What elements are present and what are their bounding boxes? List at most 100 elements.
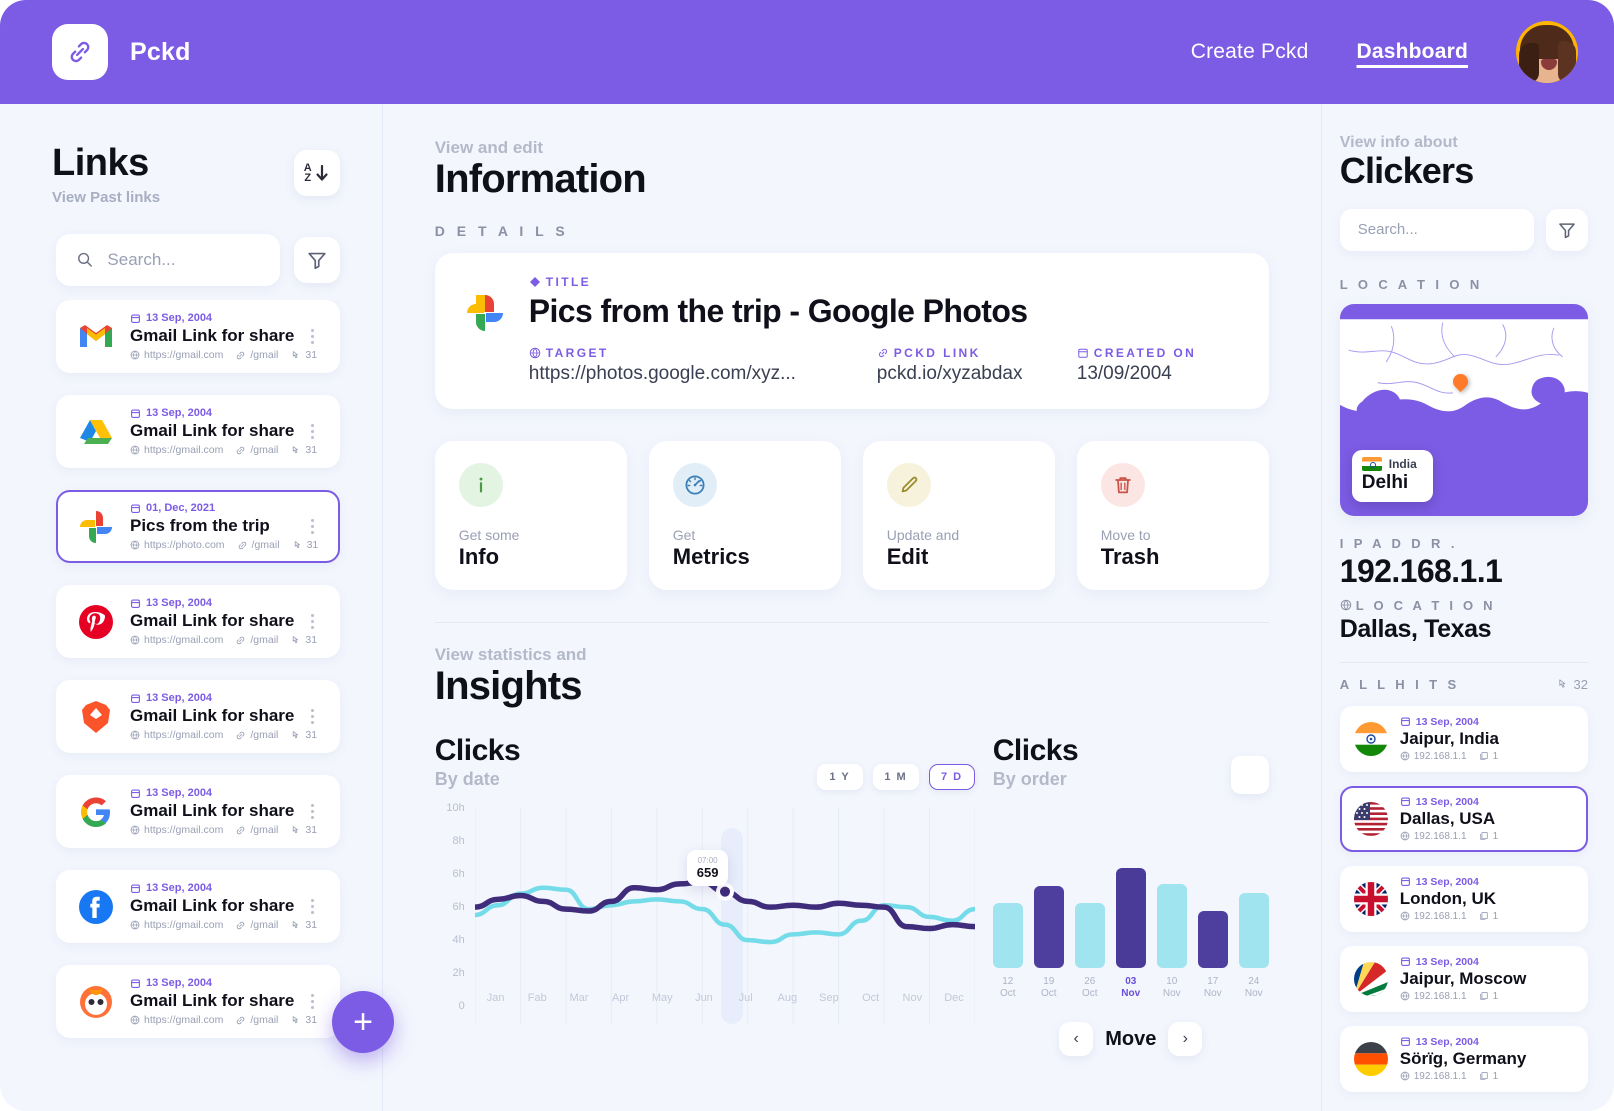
range-tab-1y[interactable]: 1 Y [816, 764, 863, 791]
link-card[interactable]: 13 Sep, 2004 Gmail Link for share https:… [56, 395, 340, 468]
hit-card[interactable]: 13 Sep, 2004 Jaipur, India 192.168.1.1 1 [1339, 705, 1588, 772]
next-button[interactable]: › [1168, 1022, 1203, 1057]
chart-options-button[interactable] [1230, 756, 1269, 795]
ip-value: 192.168.1.1 [1339, 552, 1503, 589]
bar[interactable] [992, 903, 1023, 969]
app-body: Links View Past links AZ Search... 13 Se… [0, 104, 1614, 1111]
link-favicon [76, 412, 116, 452]
brand[interactable]: Pckd [52, 24, 191, 80]
bar-chart-canvas[interactable]: 12 Oct 19 Oct 26 Oct 03 Nov 10 Nov 17 Nov 24 Nov [992, 858, 1269, 1000]
clickers-panel: View info about Clickers L O C A T I O N [1320, 104, 1614, 1111]
link-menu-button[interactable] [302, 709, 324, 724]
flag-uk-icon [1353, 881, 1388, 916]
clickers-search-input[interactable] [1357, 221, 1516, 239]
chain-icon [237, 826, 245, 834]
bar[interactable] [1115, 867, 1146, 969]
hit-date: 13 Sep, 2004 [1400, 876, 1498, 888]
link-menu-button[interactable] [302, 614, 324, 629]
clickers-filter-button[interactable] [1545, 208, 1588, 251]
brave-icon [82, 700, 110, 733]
hit-card[interactable]: 13 Sep, 2004 Jaipur, Moscow 192.168.1.1 1 [1339, 945, 1588, 1012]
tag-icon [529, 277, 540, 288]
clickers-search-box[interactable] [1339, 208, 1534, 251]
hit-card[interactable]: 13 Sep, 2004 London, UK 192.168.1.1 1 [1339, 865, 1588, 932]
calendar-icon [131, 504, 140, 513]
calendar-icon [131, 884, 140, 893]
link-clicks: 31 [292, 539, 318, 551]
details-title-value: Pics from the trip - Google Photos [528, 293, 1028, 330]
title-field-label: TITLE [529, 275, 1243, 289]
calendar-icon [131, 789, 140, 798]
link-menu-button[interactable] [302, 899, 324, 914]
click-icon [1558, 679, 1565, 688]
details-favicon-gphotos [461, 289, 509, 337]
link-menu-button[interactable] [302, 994, 324, 1009]
bar[interactable] [1033, 886, 1064, 969]
search-input[interactable] [107, 249, 260, 270]
link-slug: /gmail [235, 444, 278, 456]
link-menu-button[interactable] [302, 424, 324, 439]
target-label: TARGET [545, 346, 609, 361]
x-tick: May [651, 992, 673, 1005]
action-sub: Get [672, 527, 696, 544]
hit-ip: 192.168.1.1 [1400, 991, 1467, 1002]
target-value: https://photos.google.com/xyz... [528, 363, 796, 385]
bar-chart-pagination: ‹ Move › [993, 1022, 1269, 1057]
action-card-metrics[interactable]: Get Metrics [648, 441, 841, 591]
bar[interactable] [1197, 910, 1228, 969]
link-card[interactable]: 13 Sep, 2004 Gmail Link for share https:… [56, 870, 340, 943]
clicks-by-date-chart: Clicks By date 1 Y 1 M 7 D 10h 8h 6h 6h 4h 2h… [435, 734, 975, 1056]
search-box[interactable] [56, 233, 280, 286]
link-card[interactable]: 13 Sep, 2004 Gmail Link for share https:… [56, 965, 340, 1038]
link-clicks: 31 [290, 729, 317, 741]
link-url: https://photo.com [130, 539, 225, 551]
pckd-link-label: PCKD LINK [893, 346, 981, 361]
bar[interactable] [1074, 903, 1105, 969]
flag-icon [1353, 801, 1388, 836]
nav-dashboard[interactable]: Dashboard [1357, 40, 1469, 64]
link-card[interactable]: 13 Sep, 2004 Gmail Link for share https:… [56, 775, 340, 848]
hits-list[interactable]: 13 Sep, 2004 Jaipur, India 192.168.1.1 1 … [1339, 705, 1588, 1092]
link-menu-button[interactable] [302, 519, 324, 534]
brand-name: Pckd [130, 37, 191, 66]
link-card[interactable]: 13 Sep, 2004 Gmail Link for share https:… [56, 680, 340, 753]
action-card-trash[interactable]: Move to Trash [1076, 441, 1269, 591]
filter-button[interactable] [293, 236, 340, 283]
action-card-edit[interactable]: Update and Edit [862, 441, 1055, 591]
link-card[interactable]: 13 Sep, 2004 Gmail Link for share https:… [56, 585, 340, 658]
hit-date: 13 Sep, 2004 [1400, 1036, 1527, 1048]
hit-city: Dallas, USA [1399, 808, 1496, 828]
bar[interactable] [1156, 884, 1187, 969]
link-date: 01, Dec, 2021 [130, 502, 302, 514]
link-card[interactable]: 01, Dec, 2021 Pics from the trip https:/… [56, 490, 340, 563]
action-card-info[interactable]: Get some Info [434, 441, 627, 591]
range-tab-7d[interactable]: 7 D [928, 764, 975, 791]
insights-title: Insights [434, 664, 583, 709]
bar-label: 24 Nov [1244, 976, 1263, 1000]
hit-date: 13 Sep, 2004 [1400, 956, 1527, 968]
link-card[interactable]: 13 Sep, 2004 Gmail Link for share https:… [56, 300, 340, 373]
hit-card[interactable]: 13 Sep, 2004 Sörïg, Germany 192.168.1.1 1 [1339, 1025, 1588, 1092]
globe-icon [130, 1015, 140, 1025]
location-map[interactable]: India Delhi [1339, 303, 1588, 516]
link-menu-button[interactable] [302, 329, 324, 344]
clickers-title: Clickers [1339, 150, 1475, 191]
nav-create-pckd[interactable]: Create Pckd [1191, 40, 1309, 64]
prev-button[interactable]: ‹ [1059, 1022, 1094, 1057]
action-sub: Move to [1100, 527, 1151, 544]
link-menu-button[interactable] [302, 804, 324, 819]
link-date: 13 Sep, 2004 [130, 787, 302, 799]
google-photos-icon [466, 295, 503, 332]
click-icon [293, 1015, 299, 1023]
avatar[interactable] [1516, 21, 1578, 83]
hit-card[interactable]: 13 Sep, 2004 Dallas, USA 192.168.1.1 1 [1339, 785, 1588, 852]
bar[interactable] [1238, 892, 1269, 969]
range-tab-1m[interactable]: 1 M [872, 764, 919, 791]
links-list[interactable]: 13 Sep, 2004 Gmail Link for share https:… [0, 300, 382, 1111]
hit-count: 1 [1479, 911, 1498, 922]
clickers-content: View info about Clickers L O C A T I O N [1322, 104, 1614, 1092]
add-link-button[interactable]: + [332, 991, 394, 1053]
pckd-link-field: PCKD LINK pckd.io/xyzabdax [877, 346, 1077, 385]
x-tick: Aug [777, 992, 798, 1005]
sort-az-button[interactable]: AZ [293, 150, 340, 196]
